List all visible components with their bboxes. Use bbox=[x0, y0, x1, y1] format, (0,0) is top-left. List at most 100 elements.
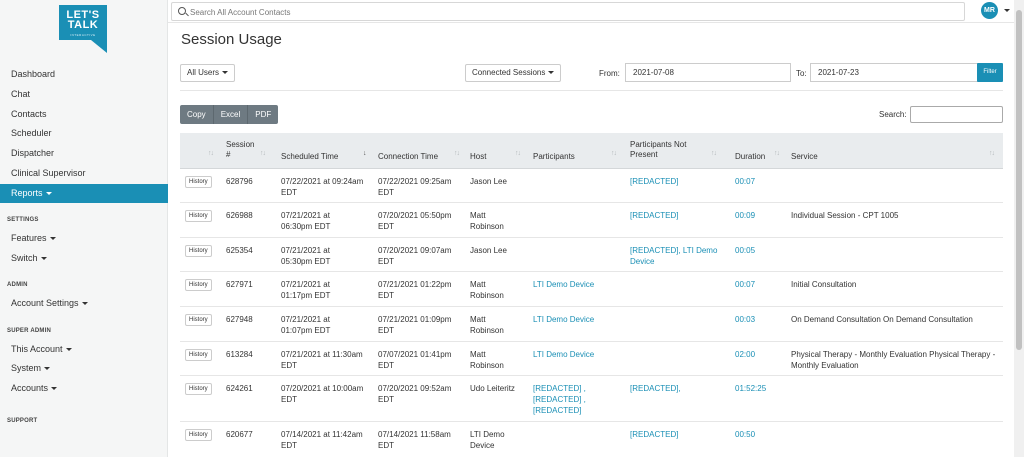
not-present-link[interactable]: [REDACTED] bbox=[630, 429, 725, 440]
sort-icon[interactable]: ↑↓ bbox=[260, 150, 266, 157]
filter-button[interactable]: Filter bbox=[977, 63, 1003, 82]
not-present-link[interactable]: [REDACTED], LTI Demo Device bbox=[630, 245, 730, 267]
scheduled-time: 07/21/2021 at 06:30pm EDT bbox=[281, 211, 331, 231]
sidebar-item-accounts[interactable]: Accounts bbox=[0, 379, 168, 398]
sidebar-item-system[interactable]: System bbox=[0, 359, 168, 378]
duration-link[interactable]: 02:00 bbox=[735, 349, 755, 360]
header-host[interactable]: Host bbox=[470, 152, 486, 162]
logo-tail bbox=[91, 40, 107, 53]
sidebar-item-clinical-supervisor[interactable]: Clinical Supervisor bbox=[0, 164, 168, 183]
history-button[interactable]: History bbox=[185, 314, 212, 326]
sort-icon[interactable]: ↑↓ bbox=[454, 150, 460, 157]
from-date-input[interactable]: 2021-07-08 bbox=[625, 63, 791, 82]
users-filter-dropdown[interactable]: All Users bbox=[180, 64, 236, 82]
duration-link[interactable]: 00:03 bbox=[735, 314, 755, 325]
session-number: 626988 bbox=[226, 211, 253, 220]
duration-link[interactable]: 00:07 bbox=[735, 279, 755, 290]
sidebar-item-label: Account Settings bbox=[11, 298, 79, 308]
scrollbar[interactable] bbox=[1014, 0, 1024, 457]
scheduled-time: 07/21/2021 at 01:07pm EDT bbox=[281, 315, 331, 335]
pdf-button[interactable]: PDF bbox=[248, 105, 279, 124]
not-present-link[interactable]: [REDACTED] bbox=[630, 176, 725, 187]
sidebar-item-contacts[interactable]: Contacts bbox=[0, 105, 168, 124]
sidebar-item-label: Reports bbox=[11, 188, 43, 198]
section-super-admin: SUPER ADMIN bbox=[7, 328, 51, 334]
history-button[interactable]: History bbox=[185, 349, 212, 361]
scrollbar-thumb[interactable] bbox=[1016, 10, 1022, 350]
search-icon bbox=[178, 7, 186, 15]
connection-time: 07/07/2021 01:41pm EDT bbox=[378, 350, 452, 370]
caret-down-icon bbox=[49, 237, 56, 241]
sidebar-item-dashboard[interactable]: Dashboard bbox=[0, 65, 168, 84]
participant-link[interactable]: LTI Demo Device bbox=[533, 349, 623, 360]
sort-icon[interactable]: ↑↓ bbox=[208, 150, 214, 157]
history-button[interactable]: History bbox=[185, 176, 212, 188]
users-filter-label: All Users bbox=[187, 68, 220, 77]
sidebar-item-label: Accounts bbox=[11, 383, 49, 393]
caret-down-icon bbox=[81, 302, 88, 306]
lets-talk-logo[interactable]: LET'S TALK INTERACTIVE bbox=[59, 5, 107, 53]
participant-link[interactable]: [REDACTED] , [REDACTED] , [REDACTED] bbox=[533, 383, 588, 416]
sort-icon[interactable]: ↑↓ bbox=[774, 150, 780, 157]
table-search-label: Search: bbox=[879, 110, 907, 119]
history-button[interactable]: History bbox=[185, 383, 212, 395]
sidebar-item-reports[interactable]: Reports bbox=[0, 184, 168, 203]
sort-icon[interactable]: ↑↓ bbox=[711, 150, 717, 157]
host: Matt Robinson bbox=[470, 211, 504, 231]
contact-search-box[interactable] bbox=[171, 2, 965, 21]
sidebar-item-switch[interactable]: Switch bbox=[0, 249, 168, 268]
excel-button[interactable]: Excel bbox=[213, 105, 249, 124]
duration-link[interactable]: 00:09 bbox=[735, 210, 755, 221]
service: Initial Consultation bbox=[791, 280, 857, 289]
to-date-input[interactable]: 2021-07-23 bbox=[810, 63, 978, 82]
caret-down-icon bbox=[51, 387, 58, 391]
avatar[interactable]: MR bbox=[981, 2, 998, 19]
service: Physical Therapy - Monthly Evaluation Ph… bbox=[791, 350, 996, 370]
scheduled-time: 07/22/2021 at 09:24am EDT bbox=[281, 177, 364, 197]
participant-link[interactable]: LTI Demo Device bbox=[533, 314, 623, 325]
header-session[interactable]: Session # bbox=[226, 140, 258, 160]
session-type-dropdown[interactable]: Connected Sessions bbox=[465, 64, 562, 82]
history-button[interactable]: History bbox=[185, 429, 212, 441]
sidebar-item-dispatcher[interactable]: Dispatcher bbox=[0, 144, 168, 163]
avatar-caret-icon[interactable] bbox=[1004, 9, 1010, 12]
sidebar-item-this-account[interactable]: This Account bbox=[0, 340, 168, 359]
duration-link[interactable]: 00:50 bbox=[735, 429, 755, 440]
copy-button[interactable]: Copy bbox=[180, 105, 214, 124]
table-search-input[interactable] bbox=[910, 106, 1003, 123]
contact-search-input[interactable] bbox=[190, 5, 950, 19]
connection-time: 07/20/2021 05:50pm EDT bbox=[378, 211, 452, 231]
caret-down-icon bbox=[44, 367, 51, 371]
sort-icon[interactable]: ↑↓ bbox=[515, 150, 521, 157]
header-service[interactable]: Service bbox=[791, 152, 818, 162]
to-label: To: bbox=[796, 69, 807, 78]
sort-icon[interactable]: ↑↓ bbox=[989, 150, 995, 157]
sidebar-item-account-settings[interactable]: Account Settings bbox=[0, 294, 168, 313]
header-participants-not-present[interactable]: Participants Not Present bbox=[630, 140, 705, 160]
sidebar-item-features[interactable]: Features bbox=[0, 229, 168, 248]
host: LTI Demo Device bbox=[470, 430, 505, 450]
header-duration[interactable]: Duration bbox=[735, 152, 765, 162]
duration-link[interactable]: 00:07 bbox=[735, 176, 755, 187]
duration-link[interactable]: 01:52:25 bbox=[735, 383, 766, 394]
participant-link[interactable]: LTI Demo Device bbox=[533, 279, 623, 290]
history-button[interactable]: History bbox=[185, 279, 212, 291]
caret-down-icon bbox=[45, 192, 52, 196]
sidebar-item-chat[interactable]: Chat bbox=[0, 85, 168, 104]
not-present-link[interactable]: [REDACTED], bbox=[630, 383, 725, 394]
history-button[interactable]: History bbox=[185, 245, 212, 257]
table-row: History 625354 07/21/2021 at 05:30pm EDT… bbox=[180, 238, 1003, 272]
sort-icon[interactable]: ↑↓ bbox=[611, 150, 617, 157]
header-participants[interactable]: Participants bbox=[533, 152, 575, 162]
header-scheduled-time[interactable]: Scheduled Time bbox=[281, 152, 338, 162]
caret-down-icon bbox=[548, 71, 555, 75]
sidebar-item-scheduler[interactable]: Scheduler bbox=[0, 124, 168, 143]
duration-link[interactable]: 00:05 bbox=[735, 245, 755, 256]
host: Matt Robinson bbox=[470, 280, 504, 300]
host: Udo Leiteritz bbox=[470, 384, 515, 393]
not-present-link[interactable]: [REDACTED] bbox=[630, 210, 725, 221]
sort-desc-icon[interactable]: ↓ bbox=[363, 150, 366, 157]
header-connection-time[interactable]: Connection Time bbox=[378, 152, 438, 162]
history-button[interactable]: History bbox=[185, 210, 212, 222]
table-row: History 613284 07/21/2021 at 11:30am EDT… bbox=[180, 342, 1003, 376]
